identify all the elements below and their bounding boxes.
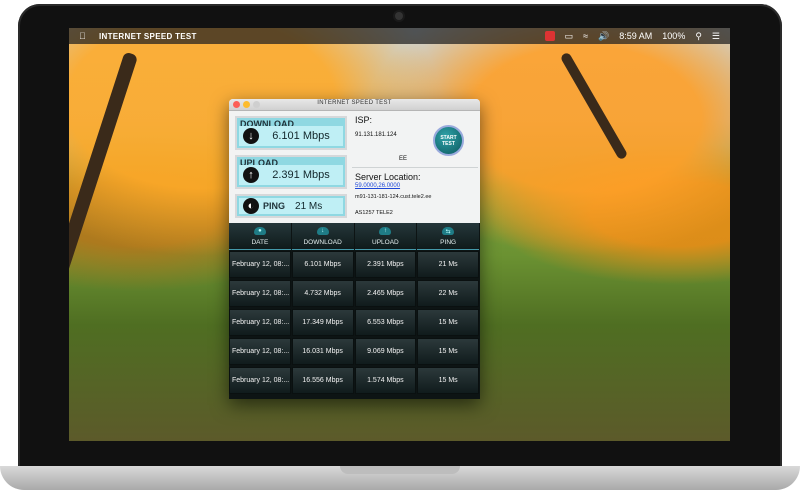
column-header-download[interactable]: ↓ DOWNLOAD [291, 223, 354, 250]
cell-date: February 12, 08:... [229, 309, 291, 336]
cell-date: February 12, 08:... [229, 280, 291, 307]
cell-ping: 21 Ms [417, 251, 480, 278]
cell-download: 17.349 Mbps [291, 309, 354, 336]
menubar:  INTERNET SPEED TEST ▭ ≈ 🔊 8:59 AM 100%… [69, 28, 730, 44]
start-test-button[interactable]: START TEST [433, 125, 464, 156]
table-header: ● DATE ↓ DOWNLOAD ↑ UPLOAD ⇆ PING [229, 223, 480, 250]
table-row[interactable]: February 12, 08:... 17.349 Mbps 6.553 Mb… [229, 308, 480, 337]
speed-test-window: INTERNET SPEED TEST DOWNLOAD ↓ 6.101 Mbp… [229, 99, 480, 399]
upload-icon: ↑ [379, 227, 392, 235]
isp-country: EE [399, 156, 408, 162]
window-title: INTERNET SPEED TEST [317, 100, 392, 106]
ping-value: 21 Ms [295, 200, 323, 212]
divider [352, 167, 478, 168]
menubar-time[interactable]: 8:59 AM [619, 31, 652, 41]
ping-label: PING [263, 201, 286, 211]
window-titlebar[interactable]: INTERNET SPEED TEST [229, 99, 480, 111]
cell-download: 16.556 Mbps [291, 367, 354, 394]
cell-download: 16.031 Mbps [291, 338, 354, 365]
server-location-label: Server Location: [355, 172, 421, 182]
download-value: 6.101 Mbps [272, 130, 330, 142]
results-panel: DOWNLOAD ↓ 6.101 Mbps UPLOAD ↑ 2.391 Mbp… [229, 111, 480, 223]
cell-upload: 9.069 Mbps [354, 338, 417, 365]
desktop-screen:  INTERNET SPEED TEST ▭ ≈ 🔊 8:59 AM 100%… [69, 28, 730, 441]
search-icon[interactable]: ⚲ [695, 31, 702, 42]
column-header-ping-label: PING [440, 239, 457, 246]
download-panel: DOWNLOAD ↓ 6.101 Mbps [235, 116, 347, 150]
history-table: ● DATE ↓ DOWNLOAD ↑ UPLOAD ⇆ PING Februa… [229, 223, 480, 399]
ping-icon: ⇆ [442, 227, 455, 235]
download-arrow-icon: ↓ [243, 128, 259, 144]
server-asn: AS1257 TELE2 [355, 210, 393, 216]
tree-trunk [69, 51, 139, 275]
column-header-upload-label: UPLOAD [372, 239, 399, 246]
upload-value-box: ↑ 2.391 Mbps [239, 165, 343, 185]
server-host: m91-131-181-124.cust.tele2.ee [355, 194, 432, 200]
cell-upload: 1.574 Mbps [354, 367, 417, 394]
tree-branch [559, 51, 629, 161]
column-header-ping[interactable]: ⇆ PING [417, 223, 479, 250]
cell-date: February 12, 08:... [229, 338, 291, 365]
server-section: Server Location: 59.0000,26.0000 m91-131… [355, 172, 477, 216]
table-row[interactable]: February 12, 08:... 16.031 Mbps 9.069 Mb… [229, 337, 480, 366]
cell-ping: 15 Ms [417, 309, 480, 336]
calendar-icon: ● [253, 227, 266, 235]
cell-download: 6.101 Mbps [291, 251, 354, 278]
server-coords-link[interactable]: 59.0000,26.0000 [355, 183, 477, 189]
isp-label: ISP: [355, 115, 373, 125]
battery-percent[interactable]: 100% [662, 31, 685, 41]
notification-center-icon[interactable]: ☰ [712, 31, 720, 42]
cell-download: 4.732 Mbps [291, 280, 354, 307]
ping-value-box: ◐ PING 21 Ms [239, 198, 343, 214]
menubar-app-name[interactable]: INTERNET SPEED TEST [99, 32, 197, 41]
airplay-icon[interactable]: ▭ [565, 31, 574, 42]
column-header-date[interactable]: ● DATE [229, 223, 291, 250]
volume-icon[interactable]: 🔊 [598, 31, 609, 42]
cell-upload: 6.553 Mbps [354, 309, 417, 336]
download-value-box: ↓ 6.101 Mbps [239, 126, 343, 146]
upload-panel: UPLOAD ↑ 2.391 Mbps [235, 155, 347, 189]
cell-ping: 15 Ms [417, 367, 480, 394]
column-header-upload[interactable]: ↑ UPLOAD [354, 223, 417, 250]
table-row[interactable]: February 12, 08:... 16.556 Mbps 1.574 Mb… [229, 366, 480, 395]
apple-menu-icon[interactable]:  [79, 31, 89, 41]
laptop-notch [340, 466, 460, 474]
app-status-icon[interactable] [544, 31, 555, 41]
ping-gauge-icon: ◐ [243, 198, 259, 214]
cell-ping: 15 Ms [417, 338, 480, 365]
upload-arrow-icon: ↑ [243, 167, 259, 183]
wifi-icon[interactable]: ≈ [583, 31, 588, 41]
ping-panel: ◐ PING 21 Ms [235, 194, 347, 218]
table-row[interactable]: February 12, 08:... 4.732 Mbps 2.465 Mbp… [229, 279, 480, 308]
download-icon: ↓ [316, 227, 329, 235]
table-row[interactable]: February 12, 08:... 6.101 Mbps 2.391 Mbp… [229, 250, 480, 279]
cell-upload: 2.391 Mbps [354, 251, 417, 278]
cell-date: February 12, 08:... [229, 251, 291, 278]
cell-date: February 12, 08:... [229, 367, 291, 394]
menubar-status-area: ▭ ≈ 🔊 8:59 AM 100% ⚲ ☰ [544, 31, 730, 42]
cell-ping: 22 Ms [417, 280, 480, 307]
upload-value: 2.391 Mbps [272, 169, 330, 181]
cell-upload: 2.465 Mbps [354, 280, 417, 307]
column-header-date-label: DATE [251, 239, 269, 246]
camera [395, 12, 403, 20]
column-header-download-label: DOWNLOAD [303, 239, 342, 246]
